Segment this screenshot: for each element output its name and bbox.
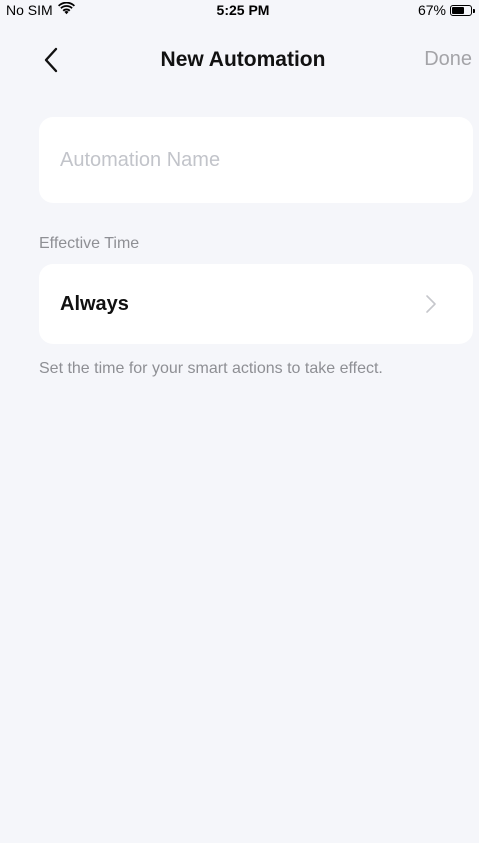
right-edge [479, 0, 486, 843]
battery-icon [450, 4, 475, 16]
status-bar: No SIM 5:25 PM 67% [0, 0, 486, 22]
automation-name-input[interactable] [60, 117, 450, 203]
done-button[interactable]: Done [424, 48, 472, 71]
effective-time-value: Always [60, 293, 129, 315]
status-right: 67% [417, 2, 475, 18]
page-title: New Automation [160, 48, 326, 71]
battery-percent: 67% [417, 2, 446, 18]
effective-time-label: Effective Time [39, 235, 140, 252]
status-time: 5:25 PM [216, 2, 270, 18]
screen: No SIM 5:25 PM 67% New Automation Done A… [0, 0, 486, 843]
automation-name-card [39, 117, 473, 203]
effective-time-row[interactable]: Always [39, 264, 473, 344]
effective-time-hint: Set the time for your smart actions to t… [39, 360, 383, 377]
nav-bar: New Automation Done [0, 36, 486, 84]
battery-nub [473, 8, 475, 13]
battery-fill [452, 6, 465, 14]
chevron-right-icon [426, 295, 436, 313]
